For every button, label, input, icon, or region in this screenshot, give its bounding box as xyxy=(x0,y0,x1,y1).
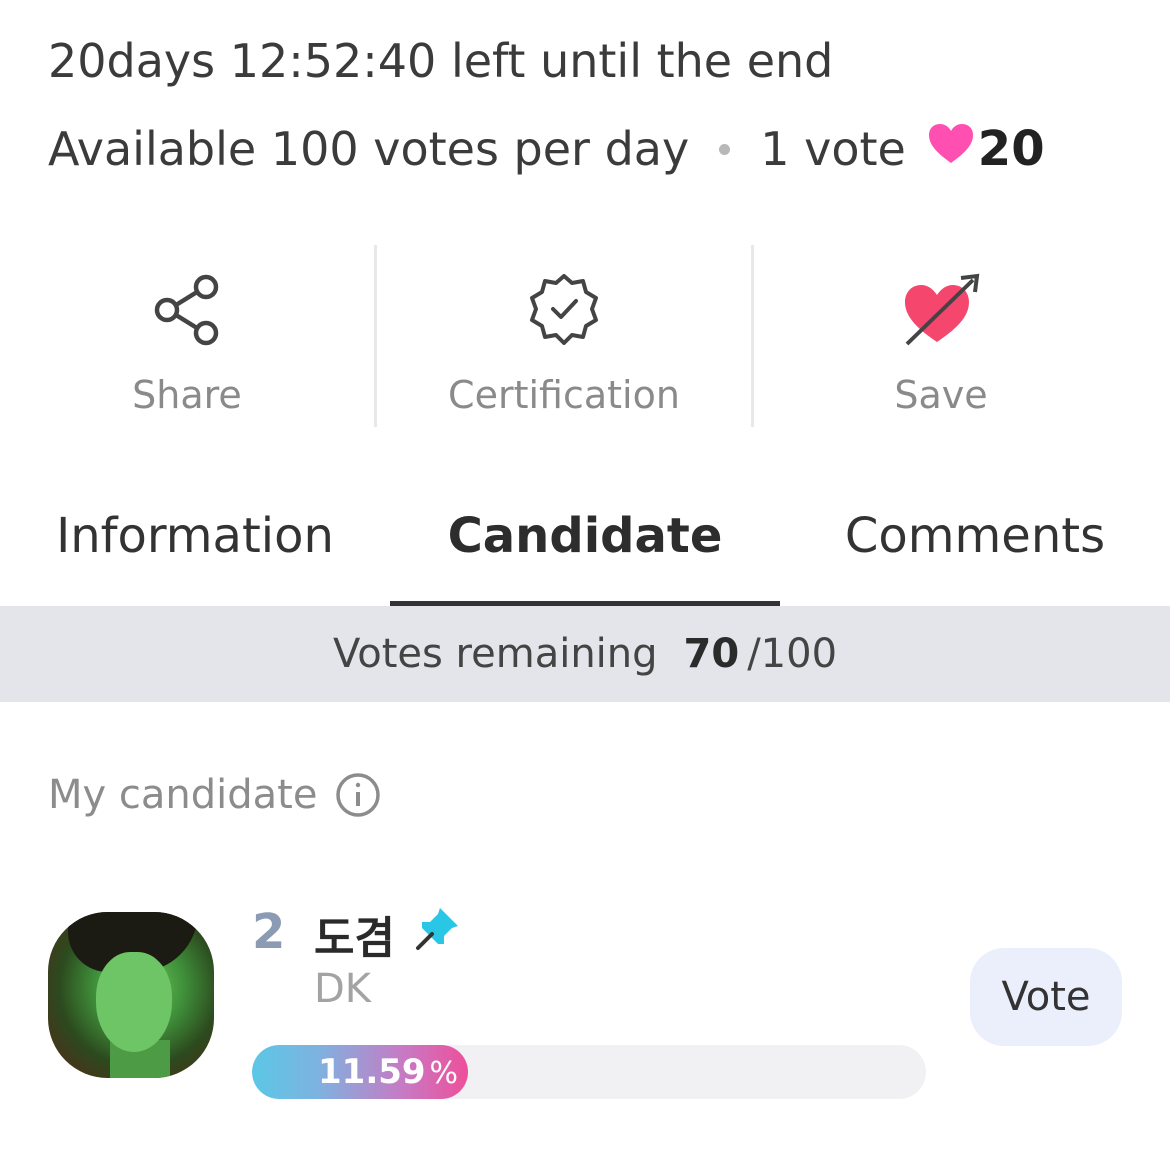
save-button[interactable]: Save xyxy=(754,245,1128,427)
percent-sign: % xyxy=(429,1056,459,1091)
tab-label: Comments xyxy=(844,508,1106,564)
heart-count: 20 xyxy=(977,121,1045,177)
votes-remaining-value: 70 xyxy=(683,631,740,677)
candidate-row: 2 도겸 DK 11.59% Vote xyxy=(48,900,1128,1100)
vote-button[interactable]: Vote xyxy=(970,948,1122,1046)
avatar[interactable] xyxy=(48,912,214,1078)
candidate-name-korean: 도겸 xyxy=(314,913,395,964)
per-vote-text: 1 vote xyxy=(760,122,906,176)
info-icon[interactable] xyxy=(335,772,381,818)
tab-candidate[interactable]: Candidate xyxy=(390,496,780,606)
share-icon xyxy=(151,255,223,365)
tab-information[interactable]: Information xyxy=(0,496,390,606)
available-votes-text: Available 100 votes per day xyxy=(48,122,690,176)
vote-percentage-value: 11.59 xyxy=(318,1052,426,1092)
candidate-rank: 2 xyxy=(252,904,286,960)
certification-badge-icon xyxy=(526,255,602,365)
certification-button[interactable]: Certification xyxy=(374,245,754,427)
tab-comments[interactable]: Comments xyxy=(780,496,1170,606)
vote-progress-bar: 11.59% xyxy=(252,1045,926,1099)
action-bar: Share Certification Save xyxy=(0,245,1170,427)
pin-icon xyxy=(414,904,462,956)
share-button[interactable]: Share xyxy=(0,245,374,427)
votes-remaining-total: /100 xyxy=(747,631,838,677)
separator-dot xyxy=(719,143,731,155)
tab-label: Information xyxy=(56,508,334,564)
vote-info: Available 100 votes per day 1 vote 20 xyxy=(48,116,1045,182)
heart-icon xyxy=(928,122,974,176)
countdown-text: 20days 12:52:40 left until the end xyxy=(48,34,834,88)
save-label: Save xyxy=(894,373,988,417)
tab-label: Candidate xyxy=(447,508,723,564)
candidate-name-english: DK xyxy=(314,966,372,1012)
tab-bar: Information Candidate Comments xyxy=(0,496,1170,606)
vote-percentage: 11.59% xyxy=(318,1045,458,1099)
my-candidate-header: My candidate xyxy=(48,772,381,818)
heart-arrow-icon xyxy=(899,255,983,365)
share-label: Share xyxy=(132,373,242,417)
certification-label: Certification xyxy=(448,373,680,417)
votes-remaining-bar: Votes remaining 70 /100 xyxy=(0,606,1170,702)
votes-remaining-label: Votes remaining xyxy=(332,631,658,677)
my-candidate-label: My candidate xyxy=(48,772,318,818)
